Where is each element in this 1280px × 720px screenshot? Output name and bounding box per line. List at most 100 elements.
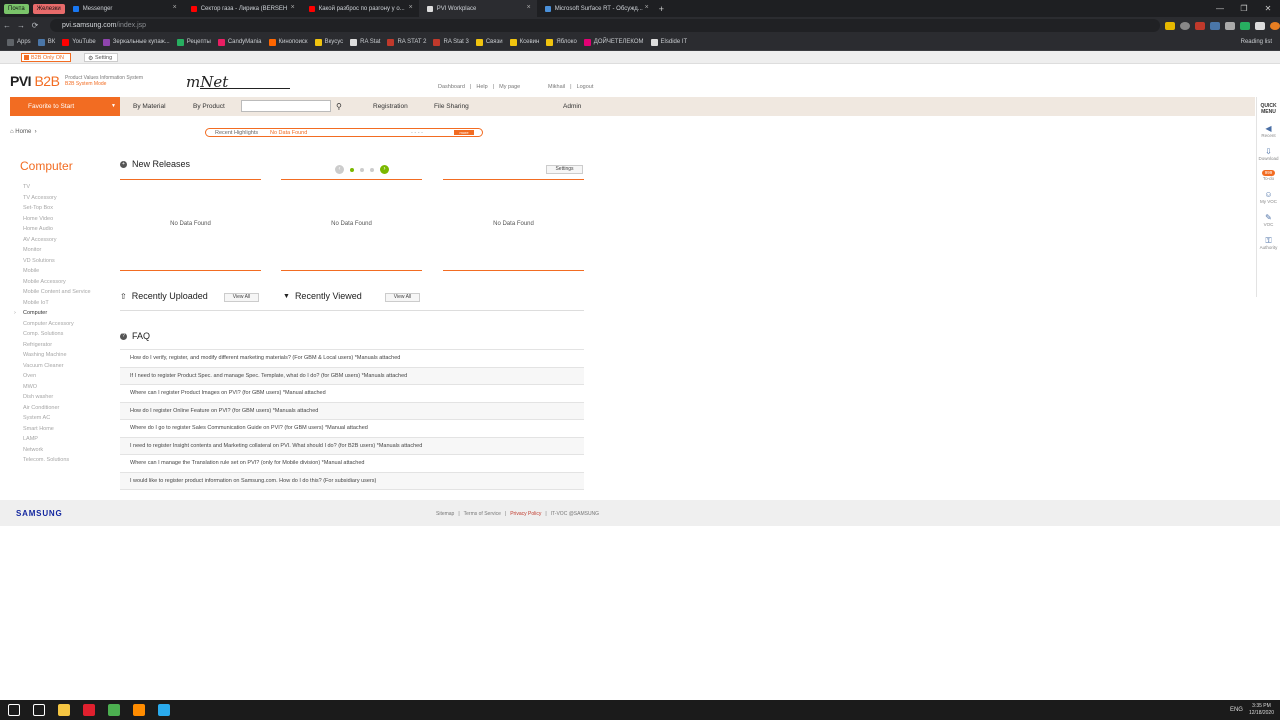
- bookmark-item[interactable]: CandyMania: [217, 38, 262, 46]
- bookmark-item[interactable]: RA Stat 3: [433, 38, 469, 46]
- category-item[interactable]: System AC: [23, 413, 91, 424]
- category-item[interactable]: Vacuum Cleaner: [23, 361, 91, 372]
- bookmark-item[interactable]: RA Stat: [350, 38, 380, 46]
- pager-dot[interactable]: [350, 167, 354, 172]
- b2b-only-toggle[interactable]: B2B Only ON: [21, 53, 71, 62]
- bookmark-item[interactable]: Рецепты: [176, 38, 211, 46]
- my-page-link[interactable]: My page: [499, 84, 520, 90]
- category-item[interactable]: Home Audio: [23, 224, 91, 235]
- user-name[interactable]: Mikhail: [548, 84, 565, 90]
- bookmark-item[interactable]: ВК: [37, 38, 55, 46]
- close-icon[interactable]: ×: [173, 4, 177, 11]
- category-item[interactable]: Mobile Accessory: [23, 277, 91, 288]
- faq-item[interactable]: Where do I go to register Sales Communic…: [120, 420, 584, 438]
- explorer-icon[interactable]: [58, 704, 70, 716]
- bookmark-item[interactable]: YouTube: [62, 38, 96, 46]
- quick-menu-voc[interactable]: ✎ VOC: [1257, 213, 1280, 227]
- category-item[interactable]: Mobile IoT: [23, 298, 91, 309]
- faq-item[interactable]: If I need to register Product Spec. and …: [120, 367, 584, 385]
- search-icon[interactable]: ⚲: [336, 97, 342, 116]
- back-icon[interactable]: ←: [0, 21, 14, 30]
- close-icon[interactable]: ×: [409, 4, 413, 11]
- firefox-icon[interactable]: [133, 704, 145, 716]
- quick-menu-to-do[interactable]: 999 To-do: [1257, 170, 1280, 181]
- quick-menu-download[interactable]: ⇩ Download: [1257, 147, 1280, 161]
- category-item[interactable]: MWO: [23, 382, 91, 393]
- category-item[interactable]: Dish washer: [23, 392, 91, 403]
- minimize-icon[interactable]: —: [1208, 4, 1232, 13]
- nav-admin[interactable]: Admin: [563, 97, 581, 116]
- category-item[interactable]: Mobile Content and Service: [23, 287, 91, 298]
- pinned-tab[interactable]: Почта: [4, 3, 29, 14]
- browser-tab[interactable]: PVI Workplace ×: [418, 0, 537, 17]
- close-window-icon[interactable]: ✕: [1256, 4, 1280, 13]
- dashboard-link[interactable]: Dashboard: [438, 84, 465, 90]
- category-item[interactable]: Mobile: [23, 266, 91, 277]
- chrome-icon[interactable]: [108, 704, 120, 716]
- telegram-icon[interactable]: [158, 704, 170, 716]
- start-icon[interactable]: [8, 704, 20, 716]
- category-item[interactable]: TV: [23, 182, 91, 193]
- bookmark-item[interactable]: RA STAT 2: [387, 38, 426, 46]
- recently-uploaded-view-all[interactable]: View All: [224, 293, 259, 302]
- pvi-logo[interactable]: PVI B2B: [10, 73, 60, 89]
- extension-icon[interactable]: [1195, 21, 1205, 30]
- it-voc-link[interactable]: IT-VOC @SAMSUNG: [551, 511, 599, 517]
- search-icon[interactable]: [33, 704, 45, 716]
- category-item[interactable]: AV Accessory: [23, 235, 91, 246]
- favorite-to-start-button[interactable]: Favorite to Start ▼: [10, 97, 120, 116]
- pager-dot[interactable]: [370, 167, 374, 172]
- category-item[interactable]: Washing Machine: [23, 350, 91, 361]
- pinned-tab[interactable]: Железки: [32, 3, 65, 14]
- browser-tab[interactable]: Messenger ×: [65, 0, 183, 17]
- pager-dot[interactable]: [360, 167, 364, 172]
- category-item[interactable]: Air Conditioner: [23, 403, 91, 414]
- language-indicator[interactable]: ENG: [1230, 707, 1243, 713]
- extension-icon[interactable]: [1210, 21, 1220, 30]
- opera-icon[interactable]: [83, 704, 95, 716]
- extension-icon[interactable]: [1240, 21, 1250, 30]
- category-item[interactable]: LAMP: [23, 434, 91, 445]
- bookmark-item[interactable]: Кинопоиск: [268, 38, 308, 46]
- quick-menu-recent[interactable]: ◀ Recent: [1257, 124, 1280, 138]
- bookmark-item[interactable]: Ксевин: [509, 38, 539, 46]
- close-icon[interactable]: ×: [527, 4, 531, 11]
- category-item[interactable]: Comp. Solutions: [23, 329, 91, 340]
- bookmark-item[interactable]: ДОЙЧЕТЕЛЕКОМ: [583, 38, 644, 46]
- category-item[interactable]: Computer: [23, 308, 91, 319]
- faq-item[interactable]: I would like to register product informa…: [120, 472, 584, 490]
- profile-avatar[interactable]: [1270, 21, 1280, 30]
- forward-icon[interactable]: →: [14, 21, 28, 30]
- category-item[interactable]: Monitor: [23, 245, 91, 256]
- extension-icon[interactable]: [1225, 21, 1235, 30]
- settings-button[interactable]: Settings: [546, 165, 583, 174]
- new-tab-button[interactable]: +: [659, 4, 664, 14]
- puzzle-icon[interactable]: [1255, 21, 1265, 30]
- help-link[interactable]: Help: [476, 84, 487, 90]
- faq-item[interactable]: Where can I register Product Images on P…: [120, 385, 584, 403]
- nav-by-product[interactable]: By Product: [193, 97, 225, 116]
- star-icon[interactable]: [1165, 21, 1175, 30]
- privacy-policy-link[interactable]: Privacy Policy: [510, 511, 541, 517]
- category-item[interactable]: Smart Home: [23, 424, 91, 435]
- faq-item[interactable]: How do I verify, register, and modify di…: [120, 350, 584, 368]
- quick-menu-authority[interactable]: ⚿ Authority: [1257, 236, 1280, 250]
- category-item[interactable]: VD Solutions: [23, 256, 91, 267]
- search-input[interactable]: [241, 100, 331, 112]
- avatar-extension-icon[interactable]: [1180, 21, 1190, 30]
- bookmark-item[interactable]: Apps: [7, 38, 31, 46]
- category-item[interactable]: Home Video: [23, 214, 91, 225]
- faq-item[interactable]: Where can I manage the Translation rule …: [120, 455, 584, 473]
- nav-registration[interactable]: Registration: [373, 97, 408, 116]
- clock[interactable]: 3:35 PM 12/18/2020: [1249, 703, 1274, 717]
- nav-by-material[interactable]: By Material: [133, 97, 166, 116]
- reading-list[interactable]: Reading list: [1241, 39, 1272, 45]
- reload-icon[interactable]: ⟳: [28, 21, 42, 30]
- category-item[interactable]: Refrigerator: [23, 340, 91, 351]
- category-item[interactable]: Set-Top Box: [23, 203, 91, 214]
- close-icon[interactable]: ×: [291, 4, 295, 11]
- url-input[interactable]: pvi.samsung.com/index.jsp: [50, 19, 1160, 32]
- category-item[interactable]: Network: [23, 445, 91, 456]
- terms-link[interactable]: Terms of Service: [464, 511, 501, 517]
- sitemap-link[interactable]: Sitemap: [436, 511, 454, 517]
